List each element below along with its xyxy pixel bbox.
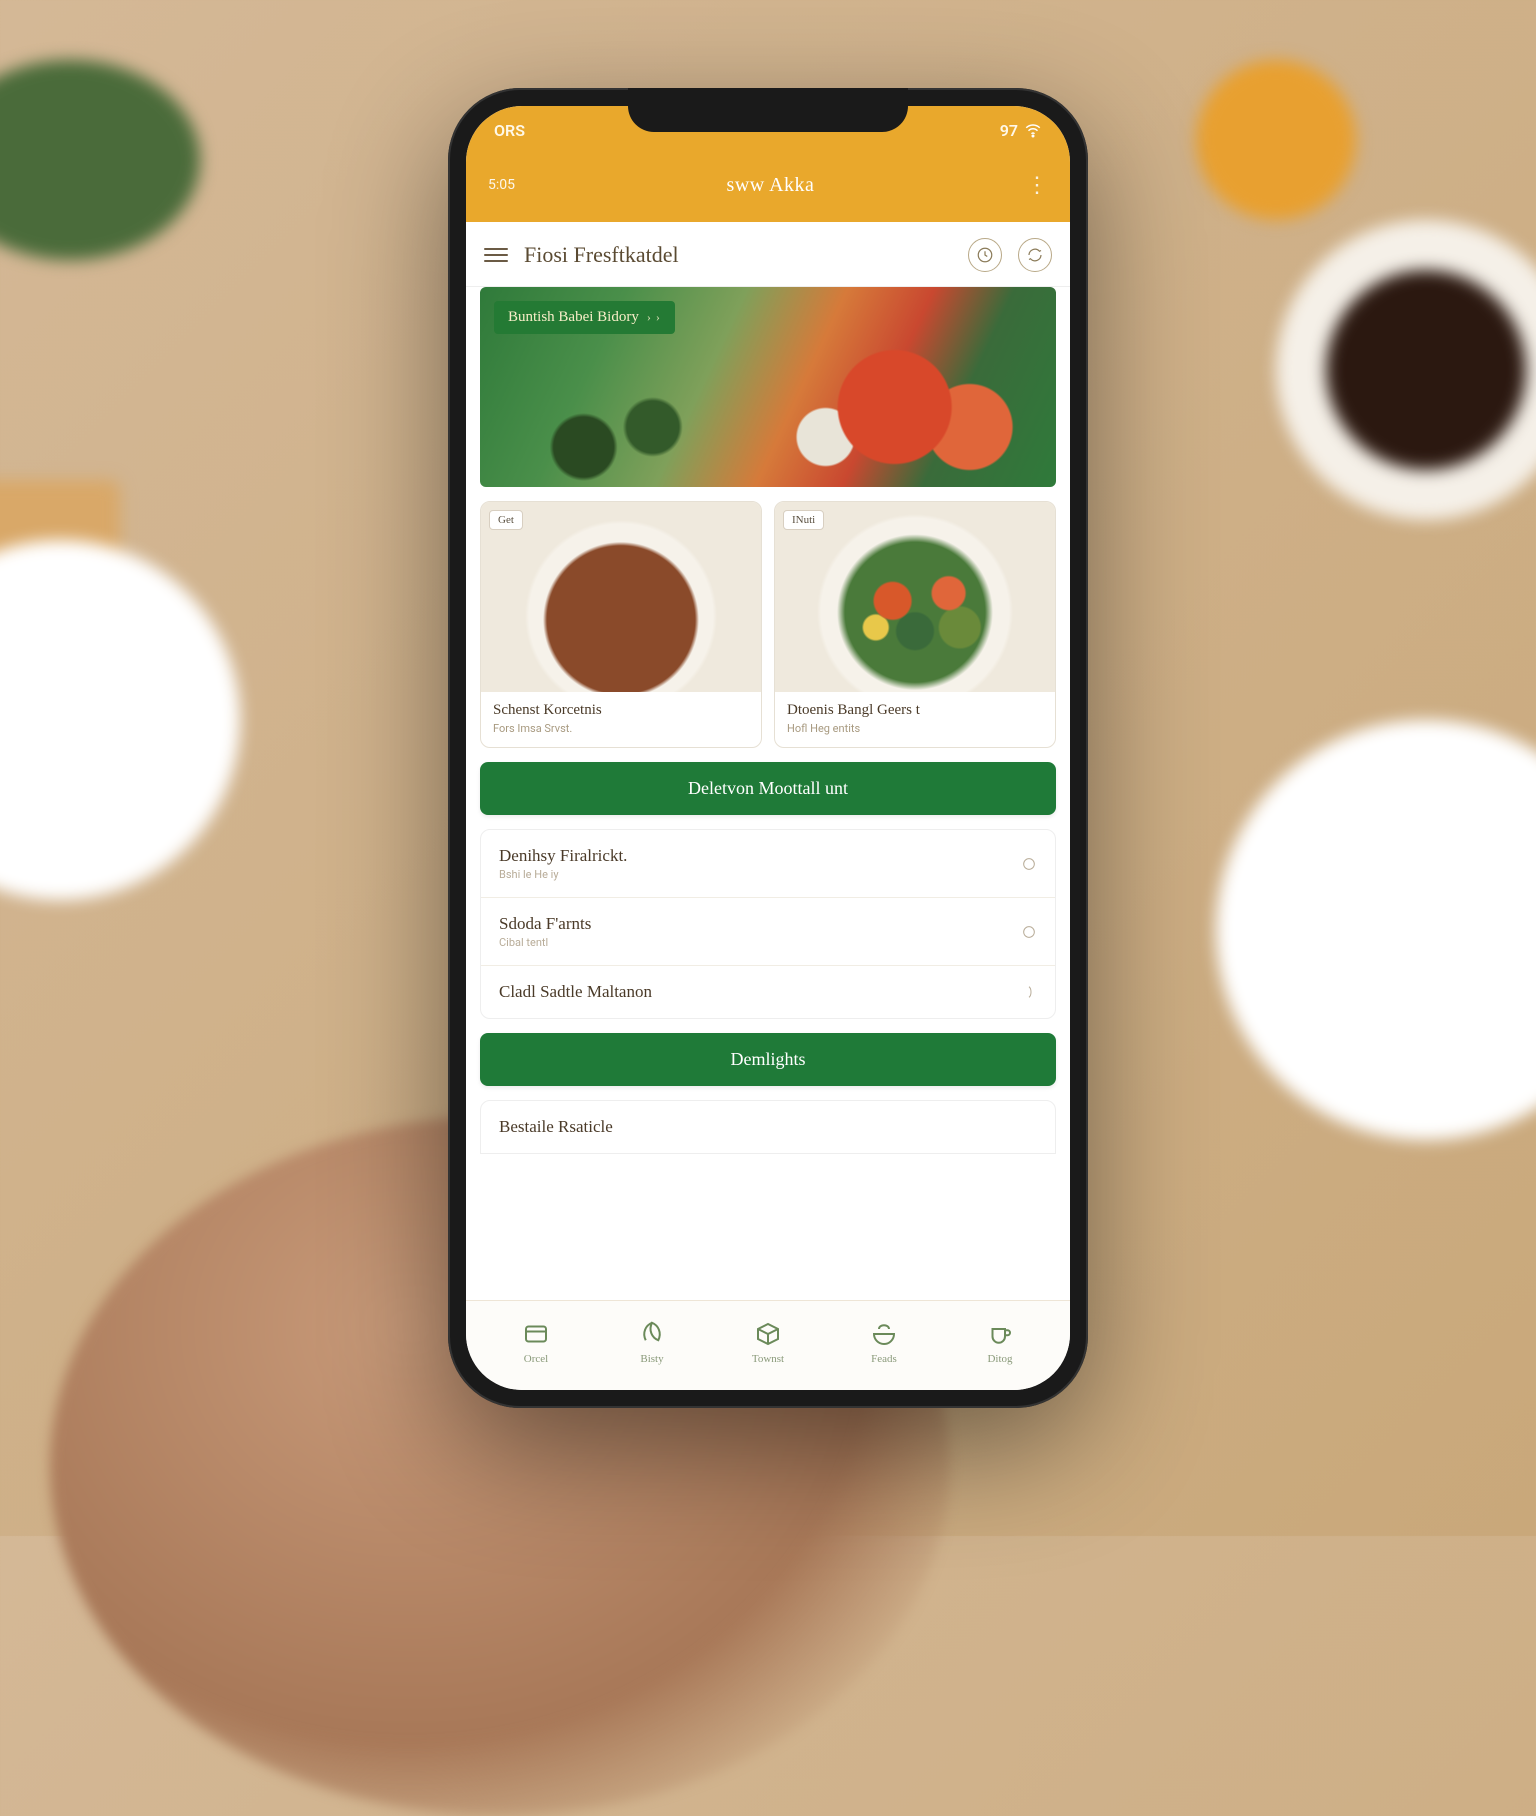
card-subtitle: Fors Imsa Srvst.: [493, 722, 749, 735]
list-item-peek[interactable]: Bestaile Rsaticle: [480, 1100, 1056, 1154]
bg-lemon: [1196, 60, 1356, 220]
chevron-right-icon: [1021, 984, 1037, 1000]
food-thumb-soup: Get: [481, 502, 761, 692]
cup-icon: [985, 1319, 1015, 1349]
bg-coffee-liquid: [1326, 270, 1526, 470]
cta-primary[interactable]: Deletvon Moottall unt: [480, 762, 1056, 815]
card-subtitle: Hofl Heg entits: [787, 722, 1043, 735]
list-item-title: Denihsy Firalrickt.: [499, 846, 627, 866]
status-time: 5:05: [488, 177, 515, 193]
card-title: Dtoenis Bangl Geers t: [787, 702, 1043, 719]
app-bar: 5:05 sww Akka ⋮: [466, 154, 1070, 222]
section-title: Fiosi Fresftkatdel: [524, 242, 952, 268]
list-item[interactable]: Sdoda F'arnts Cibal tentl: [481, 898, 1055, 966]
nav-label: Bisty: [640, 1353, 663, 1365]
food-card-salad[interactable]: INuti Dtoenis Bangl Geers t Hofl Heg ent…: [774, 501, 1056, 748]
list-item[interactable]: Cladl Sadtle Maltanon: [481, 966, 1055, 1018]
chevron-right-icon: [1021, 856, 1037, 872]
chevrons-right-icon: › ›: [647, 310, 661, 325]
food-card-soup[interactable]: Get Schenst Korcetnis Fors Imsa Srvst.: [480, 501, 762, 748]
menu-list: Denihsy Firalrickt. Bshi le He iy Sdoda …: [480, 829, 1056, 1019]
list-item-title: Sdoda F'arnts: [499, 914, 591, 934]
nav-label: Townst: [752, 1353, 784, 1365]
refresh-icon[interactable]: [1018, 238, 1052, 272]
list-item-subtitle: Cibal tentl: [499, 936, 591, 949]
section-header: Fiosi Fresftkatdel: [466, 222, 1070, 287]
phone-screen: ORS 97 5:05 sww Akka ⋮ Fiosi Fresftkatde…: [466, 106, 1070, 1390]
content-scroll[interactable]: Buntish Babei Bidory › › Get Schenst Kor…: [466, 287, 1070, 1300]
clock-icon[interactable]: [968, 238, 1002, 272]
status-number: 97: [1000, 121, 1018, 140]
card-title: Schenst Korcetnis: [493, 702, 749, 719]
nav-tab-4[interactable]: Feads: [844, 1319, 924, 1365]
box-icon: [753, 1319, 783, 1349]
nav-tab-3[interactable]: Townst: [728, 1319, 808, 1365]
card-chip: Get: [489, 510, 523, 530]
bottom-nav: Orcel Bisty Townst Feads Ditog: [466, 1300, 1070, 1390]
nav-tab-1[interactable]: Orcel: [496, 1319, 576, 1365]
nav-label: Feads: [871, 1353, 897, 1365]
card-chip: INuti: [783, 510, 824, 530]
list-item-title: Cladl Sadtle Maltanon: [499, 982, 652, 1002]
bowl-icon: [869, 1319, 899, 1349]
nav-tab-5[interactable]: Ditog: [960, 1319, 1040, 1365]
cta-secondary[interactable]: Demlights: [480, 1033, 1056, 1086]
phone-frame: ORS 97 5:05 sww Akka ⋮ Fiosi Fresftkatde…: [448, 88, 1088, 1408]
app-title: sww Akka: [727, 174, 815, 197]
wifi-icon: [1024, 121, 1042, 139]
bg-greens: [0, 60, 200, 260]
cards-icon: [521, 1319, 551, 1349]
banner-chip-label: Buntish Babei Bidory: [508, 309, 639, 326]
chevron-right-icon: [1021, 924, 1037, 940]
nav-label: Ditog: [987, 1353, 1012, 1365]
nav-tab-2[interactable]: Bisty: [612, 1319, 692, 1365]
list-item[interactable]: Denihsy Firalrickt. Bshi le He iy: [481, 830, 1055, 898]
status-carrier: ORS: [494, 121, 525, 140]
banner-chip[interactable]: Buntish Babei Bidory › ›: [494, 301, 675, 334]
overflow-menu-icon[interactable]: ⋮: [1026, 173, 1048, 198]
nav-label: Orcel: [524, 1353, 548, 1365]
food-thumb-salad: INuti: [775, 502, 1055, 692]
list-item-subtitle: Bshi le He iy: [499, 868, 627, 881]
leaf-icon: [637, 1319, 667, 1349]
phone-notch: [628, 88, 908, 132]
hero-banner[interactable]: Buntish Babei Bidory › ›: [480, 287, 1056, 487]
bg-plate-left: [0, 540, 240, 900]
bg-salad-right: [1216, 720, 1536, 1140]
menu-icon[interactable]: [484, 248, 508, 262]
card-row: Get Schenst Korcetnis Fors Imsa Srvst. I…: [466, 501, 1070, 762]
